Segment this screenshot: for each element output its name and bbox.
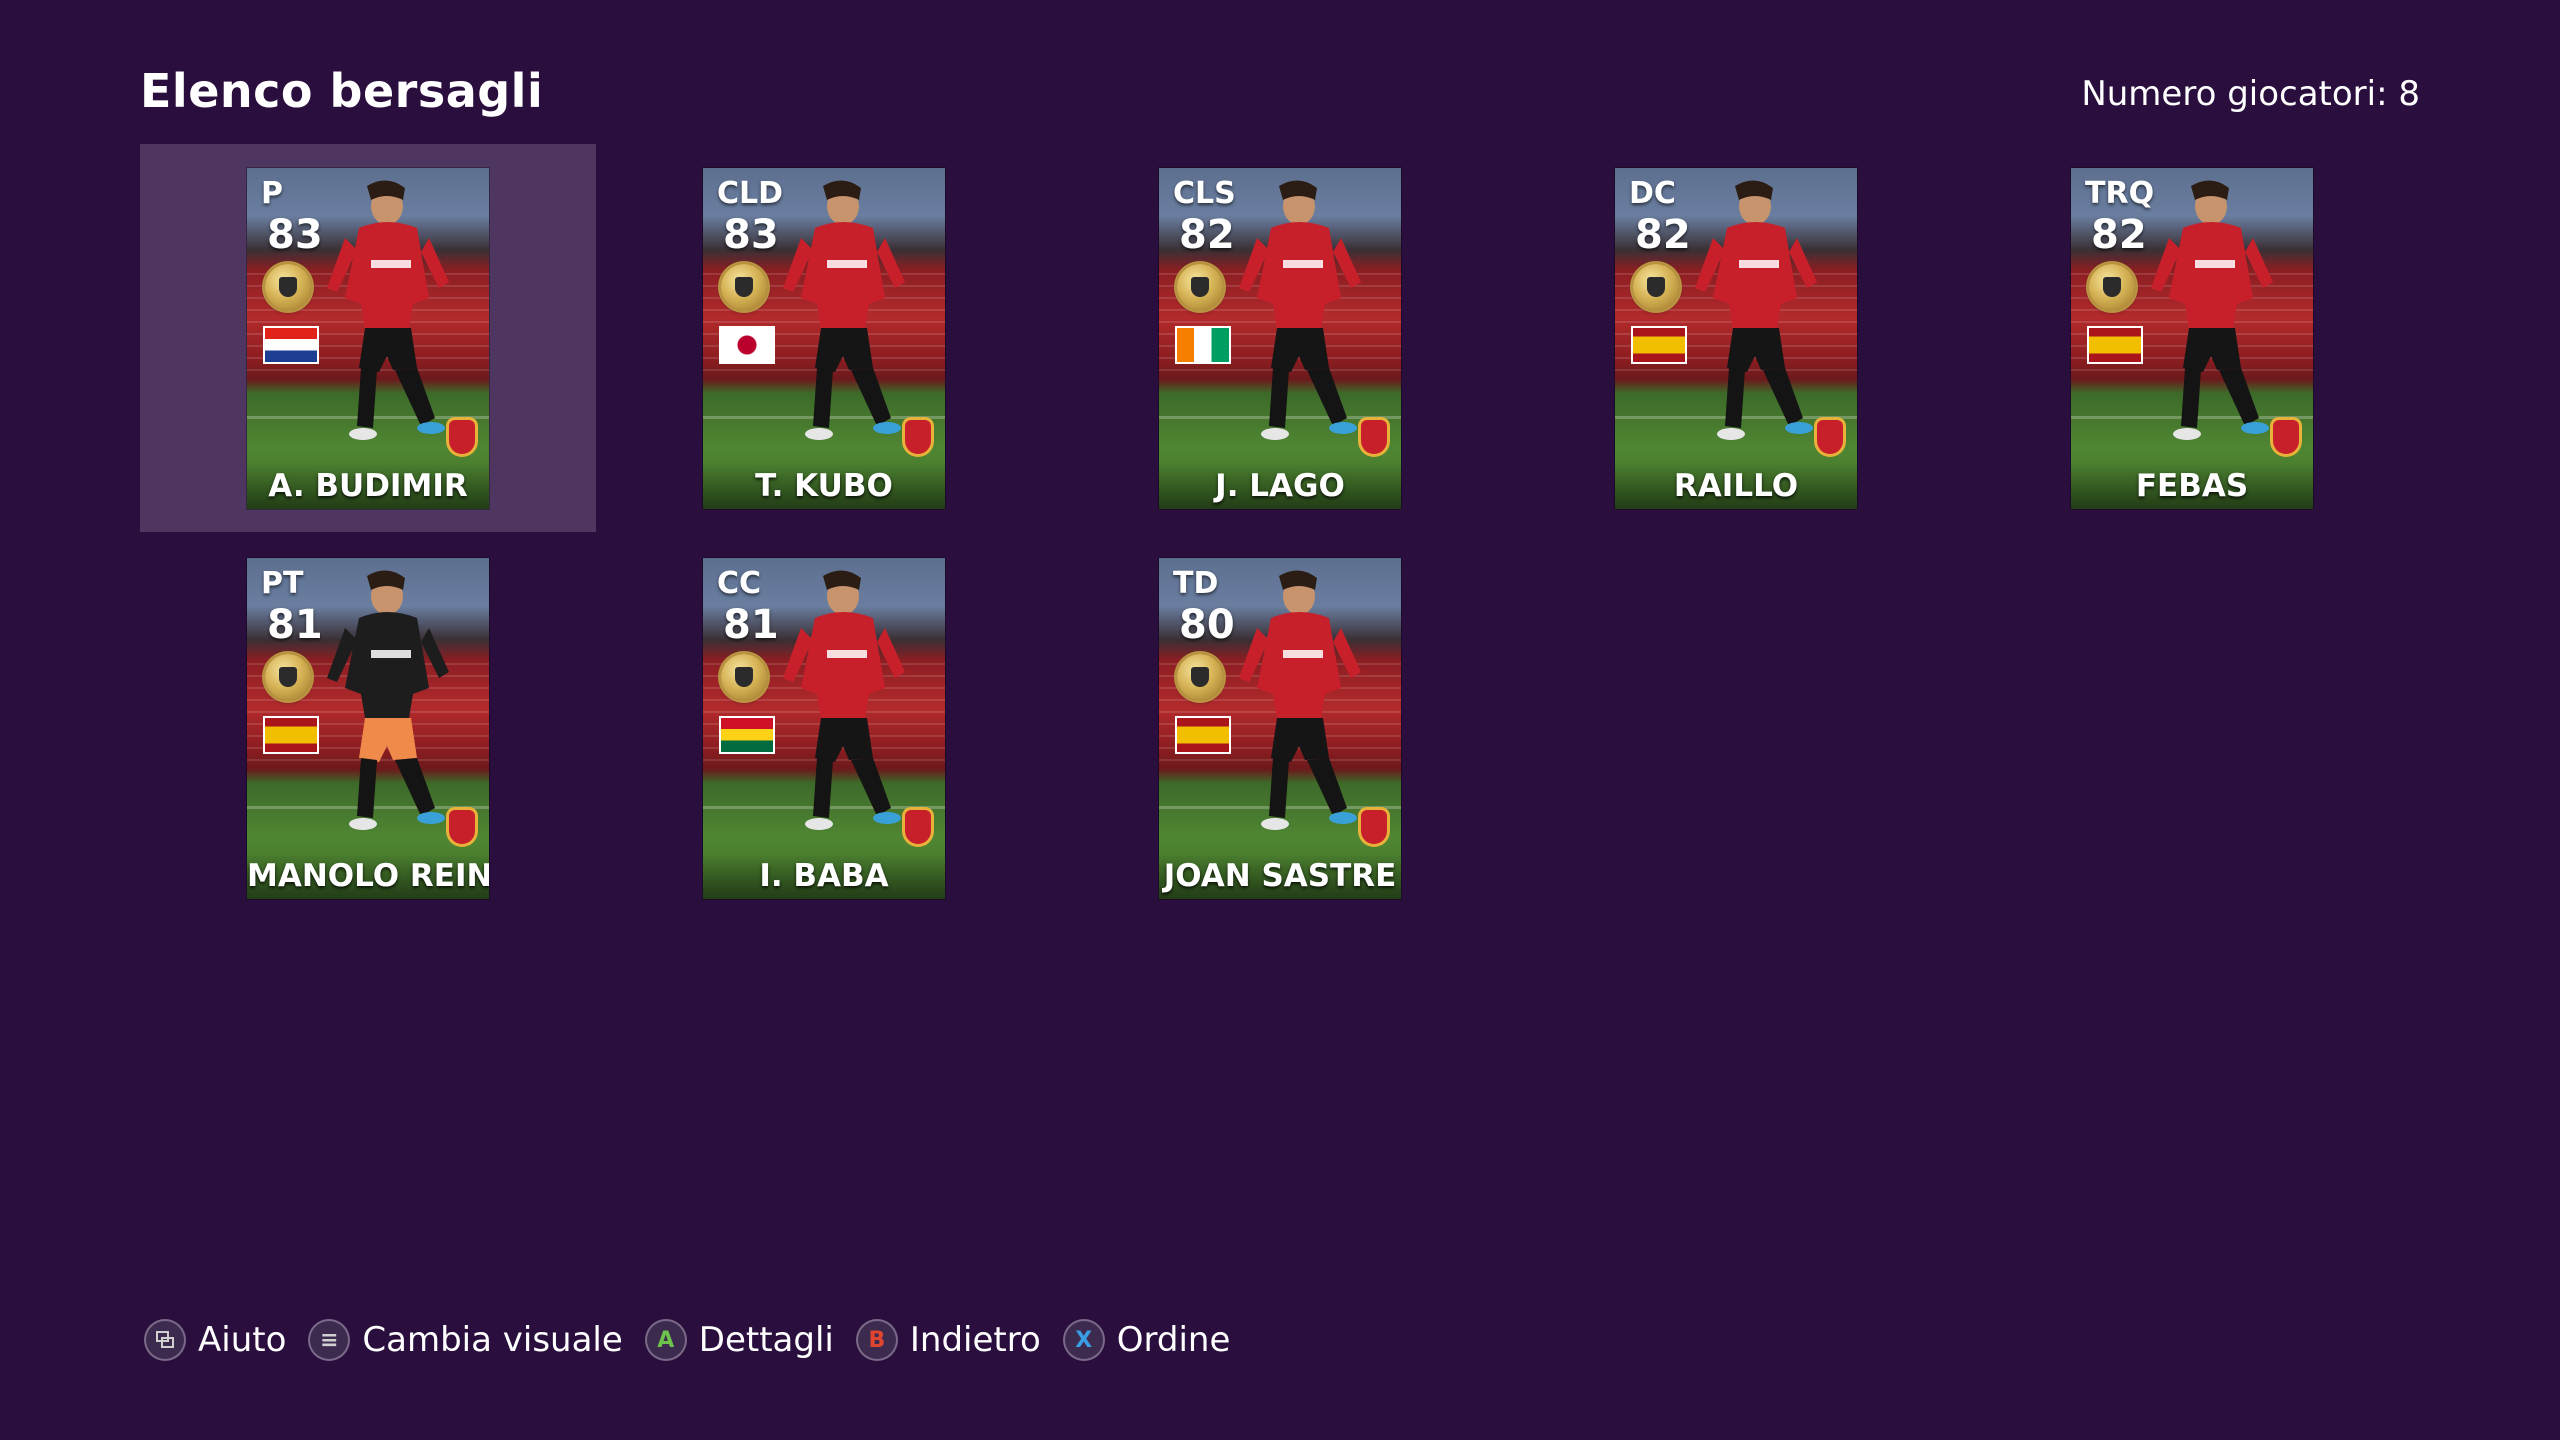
player-grid: P 83 A. BUDIMIR CLD 83 T. KUBO CLS 82 J. LAGO DC 8…: [140, 144, 2420, 944]
club-crest-icon: [449, 810, 475, 844]
player-rating: 82: [1179, 212, 1235, 258]
player-slot[interactable]: CLD 83 T. KUBO: [596, 144, 1052, 532]
hint-cambia-visuale[interactable]: ≡ Cambia visuale: [310, 1320, 623, 1360]
player-photo: [1239, 570, 1361, 830]
player-name: I. BABA: [703, 853, 945, 899]
player-rating: 80: [1179, 602, 1235, 648]
flag-ghana-icon: [721, 718, 773, 752]
player-position: CLS: [1173, 176, 1236, 211]
hint-label: Ordine: [1116, 1320, 1231, 1360]
club-crest-icon: [1361, 420, 1387, 454]
hint-label: Aiuto: [198, 1320, 287, 1360]
player-name: T. KUBO: [703, 463, 945, 509]
club-crest-icon: [449, 420, 475, 454]
flag-spain-icon: [1633, 328, 1685, 362]
gold-rarity-badge-icon: [265, 264, 311, 310]
flag-ivory-coast-icon: [1177, 328, 1229, 362]
hint-dettagli[interactable]: A Dettagli: [646, 1320, 834, 1360]
player-name: J. LAGO: [1159, 463, 1401, 509]
player-position: CLD: [717, 176, 784, 211]
player-position: DC: [1629, 176, 1676, 211]
x-button-icon[interactable]: X: [1064, 1321, 1103, 1359]
player-card[interactable]: TD 80 JOAN SASTRE: [1159, 558, 1401, 899]
player-card[interactable]: DC 82 RAILLO: [1615, 168, 1857, 509]
b-button-icon[interactable]: B: [857, 1321, 896, 1359]
player-name: MANOLO REINA: [247, 853, 489, 899]
player-position: CC: [717, 566, 762, 601]
gold-rarity-badge-icon: [265, 654, 311, 700]
player-position: TRQ: [2085, 176, 2155, 211]
club-crest-icon: [1817, 420, 1843, 454]
player-slot[interactable]: CC 81 I. BABA: [596, 534, 1052, 922]
player-photo: [783, 180, 905, 440]
player-photo: [783, 570, 905, 830]
player-slot[interactable]: PT81 MANOLO REINA: [140, 534, 596, 922]
player-rating: 81: [267, 602, 323, 648]
player-position: PT: [261, 566, 304, 601]
player-photo: [327, 570, 449, 830]
hint-label: Dettagli: [698, 1320, 834, 1360]
player-card[interactable]: TRQ 82 FEBAS: [2071, 168, 2313, 509]
view-icon[interactable]: [146, 1321, 184, 1359]
flag-spain-icon: [265, 718, 317, 752]
player-photo: [327, 180, 449, 440]
player-photo: [1239, 180, 1361, 440]
player-position: TD: [1173, 566, 1219, 601]
club-crest-icon: [905, 420, 931, 454]
flag-japan-icon: [721, 328, 773, 362]
a-button-icon[interactable]: A: [646, 1321, 685, 1359]
club-crest-icon: [905, 810, 931, 844]
player-rating: 83: [723, 212, 779, 258]
player-slot[interactable]: TD 80 JOAN SASTRE: [1052, 534, 1508, 922]
gold-rarity-badge-icon: [721, 264, 767, 310]
club-crest-icon: [1361, 810, 1387, 844]
hint-indietro[interactable]: B Indietro: [857, 1320, 1041, 1360]
hint-aiuto[interactable]: Aiuto: [146, 1320, 286, 1360]
player-name: FEBAS: [2071, 463, 2313, 509]
player-card[interactable]: CLS 82 J. LAGO: [1159, 168, 1401, 509]
club-crest-icon: [2273, 420, 2299, 454]
player-rating: 82: [2091, 212, 2147, 258]
button-hints-bar: Aiuto ≡ Cambia visuale A Dettagli B Indietro X O…: [146, 1314, 1254, 1366]
gold-rarity-badge-icon: [1633, 264, 1679, 310]
player-slot[interactable]: DC 82 RAILLO: [1508, 144, 1964, 532]
player-card[interactable]: PT81 MANOLO REINA: [247, 558, 489, 899]
hint-label: Cambia visuale: [362, 1320, 623, 1360]
player-card[interactable]: P 83 A. BUDIMIR: [247, 168, 489, 509]
hint-label: Indietro: [909, 1320, 1041, 1360]
player-slot[interactable]: P 83 A. BUDIMIR: [140, 144, 596, 532]
gold-rarity-badge-icon: [1177, 654, 1223, 700]
menu-icon[interactable]: ≡: [310, 1321, 349, 1359]
player-name: JOAN SASTRE: [1159, 853, 1401, 899]
page-title: Elenco bersagli: [140, 64, 544, 118]
player-card[interactable]: CC 81 I. BABA: [703, 558, 945, 899]
player-photo: [1695, 180, 1817, 440]
hint-ordine[interactable]: X Ordine: [1064, 1320, 1231, 1360]
player-rating: 83: [267, 212, 323, 258]
player-slot[interactable]: TRQ 82 FEBAS: [1964, 144, 2420, 532]
flag-spain-icon: [1177, 718, 1229, 752]
gold-rarity-badge-icon: [721, 654, 767, 700]
player-card[interactable]: CLD 83 T. KUBO: [703, 168, 945, 509]
flag-croatia-icon: [265, 328, 317, 362]
player-count: Numero giocatori: 8: [2081, 74, 2420, 114]
player-position: P: [261, 176, 283, 211]
gold-rarity-badge-icon: [1177, 264, 1223, 310]
player-name: RAILLO: [1615, 463, 1857, 509]
player-rating: 81: [723, 602, 779, 648]
player-name: A. BUDIMIR: [247, 463, 489, 509]
flag-spain-icon: [2089, 328, 2141, 362]
player-photo: [2151, 180, 2273, 440]
player-slot[interactable]: CLS 82 J. LAGO: [1052, 144, 1508, 532]
gold-rarity-badge-icon: [2089, 264, 2135, 310]
player-rating: 82: [1635, 212, 1691, 258]
